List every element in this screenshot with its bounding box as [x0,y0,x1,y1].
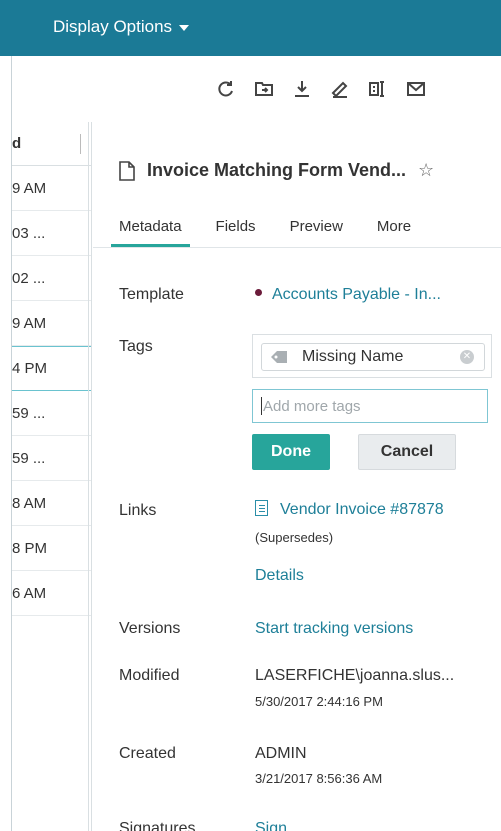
list-item[interactable]: 8 PM [12,526,91,571]
tags-box: Missing Name ✕ [252,334,492,378]
tags-label: Tags [119,338,153,355]
remove-tag-icon[interactable]: ✕ [460,350,474,364]
list-item[interactable]: 59 ... [12,436,91,481]
toolbar [215,78,427,100]
list-item[interactable]: 03 ... [12,211,91,256]
list-item[interactable]: 02 ... [12,256,91,301]
versions-label: Versions [119,620,181,637]
cancel-button[interactable]: Cancel [358,434,456,470]
column-separator[interactable] [80,134,81,154]
modified-date: 5/30/2017 2:44:16 PM [255,694,383,709]
document-icon [119,160,135,181]
list-item[interactable]: 6 AM [12,571,91,616]
signatures-label: Signatures [119,820,196,831]
list-item[interactable]: 8 AM [12,481,91,526]
metadata-panel: Invoice Matching Form Vend... ☆ Metadata… [93,122,501,831]
annotate-icon[interactable] [329,78,351,100]
sign-link[interactable]: Sign [255,820,287,831]
left-edge-panel [0,56,12,831]
links-label: Links [119,502,157,519]
caret-down-icon [179,25,190,31]
details-link[interactable]: Details [255,567,304,585]
tag-chip-label: Missing Name [302,348,404,365]
display-options-label: Display Options [53,17,173,36]
modified-label: Modified [119,667,180,684]
display-options-menu[interactable]: Display Options [53,17,190,37]
modified-user: LASERFICHE\joanna.slus... [255,667,455,684]
tab-fields[interactable]: Fields [214,218,258,243]
add-tags-input[interactable]: Add more tags [252,389,488,423]
template-color-dot [255,289,262,297]
email-icon[interactable] [405,78,427,100]
file-icon [255,499,268,516]
list-column-header[interactable]: d [12,122,91,166]
text-cursor [261,397,262,415]
add-tags-placeholder: Add more tags [263,397,361,415]
created-user: ADMIN [255,745,307,762]
tag-icon [271,351,287,363]
template-value[interactable]: Accounts Payable - In... [255,286,441,304]
list-item[interactable]: 59 ... [12,391,91,436]
start-tracking-versions-link[interactable]: Start tracking versions [255,620,413,638]
document-title: Invoice Matching Form Vend... ☆ [119,160,434,181]
done-button[interactable]: Done [252,434,330,470]
move-to-folder-icon[interactable] [253,78,275,100]
link-relationship: (Supersedes) [255,530,334,545]
document-list: d 9 AM 03 ... 02 ... 9 AM 4 PM 59 ... 59… [12,122,92,831]
download-icon[interactable] [291,78,313,100]
tab-divider [93,247,501,248]
created-label: Created [119,745,176,762]
template-label: Template [119,286,184,303]
refresh-icon[interactable] [215,78,237,100]
ocr-icon[interactable] [367,78,389,100]
pane-resize-handle[interactable] [88,122,92,831]
tab-bar: Metadata Fields Preview More [111,218,413,247]
list-item[interactable]: 9 AM [12,301,91,346]
star-icon[interactable]: ☆ [418,160,434,181]
document-title-text: Invoice Matching Form Vend... [147,160,407,180]
list-item[interactable]: 9 AM [12,166,91,211]
created-date: 3/21/2017 8:56:36 AM [255,771,383,786]
tab-metadata[interactable]: Metadata [111,218,190,247]
linked-document[interactable]: Vendor Invoice #87878 [255,499,444,519]
tab-preview[interactable]: Preview [288,218,345,243]
list-item-selected[interactable]: 4 PM [12,346,91,391]
tag-chip[interactable]: Missing Name ✕ [261,343,485,371]
top-bar: Display Options [0,0,501,56]
tab-more[interactable]: More [375,218,413,243]
